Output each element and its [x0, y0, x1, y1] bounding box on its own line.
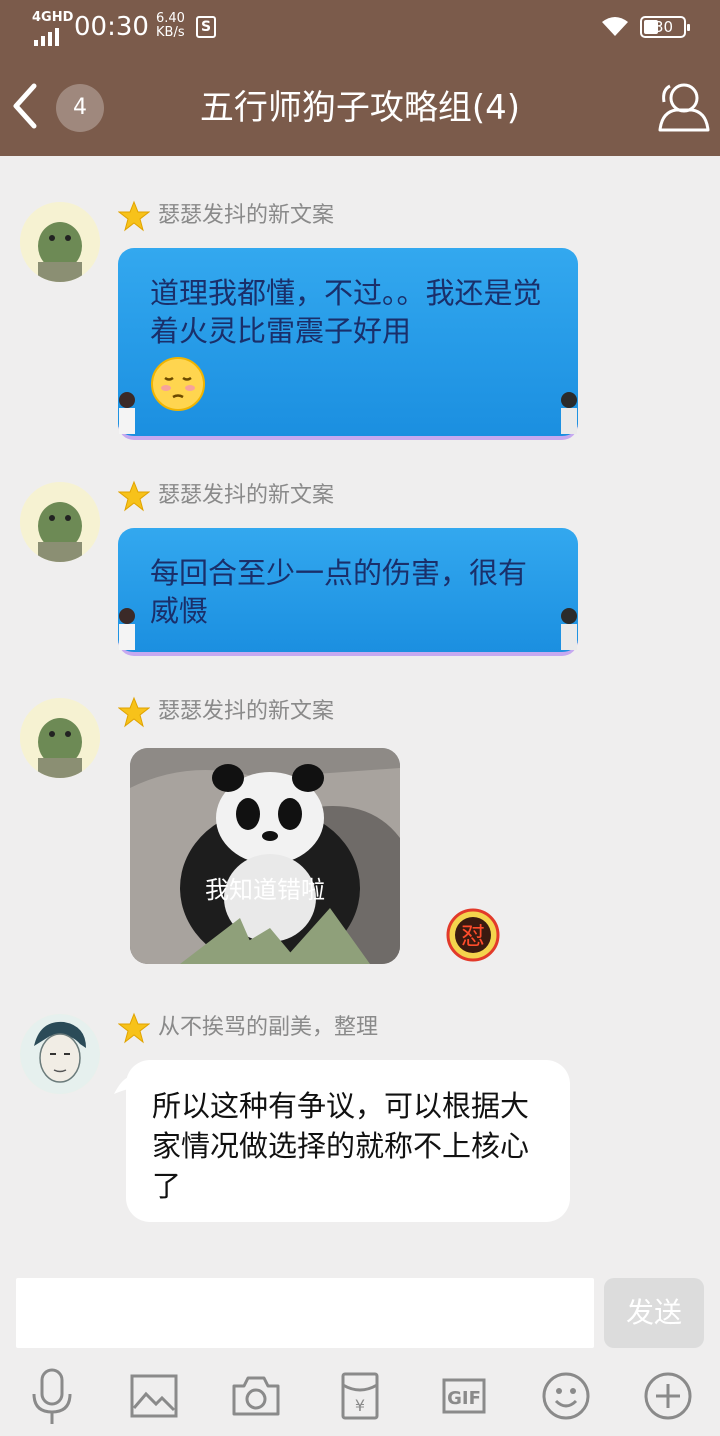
panda-sticker[interactable]: 我知道错啦	[130, 748, 400, 964]
voice-button[interactable]	[22, 1366, 82, 1426]
star-badge-icon	[118, 1012, 150, 1044]
clock: 00:30	[74, 12, 149, 42]
camera-icon	[232, 1376, 280, 1416]
star-badge-icon	[118, 200, 150, 232]
message-text: 道理我都懂，不过。。我还是觉着火灵比雷震子好用	[150, 276, 542, 348]
speed-unit: KB/s	[156, 25, 185, 40]
frog-avatar-icon	[20, 698, 100, 778]
wifi-icon	[602, 17, 628, 36]
plus-icon	[644, 1372, 692, 1420]
signal-indicator: 4GHD	[30, 10, 74, 46]
sender-name: 瑟瑟发抖的新文案	[118, 480, 334, 512]
girl-figure-decoration-icon	[119, 392, 135, 434]
network-type: 4GHD	[32, 10, 74, 25]
reaction-badge[interactable]: 怼	[446, 908, 500, 962]
more-button[interactable]	[638, 1366, 698, 1426]
battery-icon: 30	[640, 16, 690, 38]
star-badge-icon	[118, 696, 150, 728]
gif-label: GIF	[447, 1388, 481, 1409]
signal-bars-icon	[34, 28, 59, 46]
man-sketch-avatar-icon	[20, 1014, 100, 1094]
red-packet-icon: ¥	[341, 1372, 379, 1420]
composer: 发送	[0, 1270, 720, 1354]
message-bubble[interactable]: 道理我都懂，不过。。我还是觉着火灵比雷震子好用	[118, 248, 578, 440]
panda-image-icon	[130, 748, 400, 964]
star-badge-icon	[118, 480, 150, 512]
message-bubble[interactable]: 每回合至少一点的伤害，很有威慑	[118, 528, 578, 656]
message-bubble[interactable]: 所以这种有争议，可以根据大家情况做选择的就称不上核心了	[114, 1060, 570, 1222]
top-bar: 4GHD 00:30 6.40 KB/s S 30 4 五行师狗子攻略组(4)	[0, 0, 720, 156]
group-title: 五行师狗子攻略组(4)	[199, 88, 521, 128]
status-bar: 4GHD 00:30 6.40 KB/s S 30	[0, 0, 720, 56]
gif-icon: GIF	[442, 1378, 486, 1414]
avatar[interactable]	[20, 1014, 100, 1094]
emoji-button[interactable]	[536, 1366, 596, 1426]
speed-value: 6.40	[156, 11, 185, 26]
image-button[interactable]	[124, 1366, 184, 1426]
emoji-icon	[542, 1372, 590, 1420]
boy-figure-decoration-icon	[561, 392, 577, 434]
avatar[interactable]	[20, 698, 100, 778]
red-packet-symbol: ¥	[355, 1396, 365, 1415]
message-input[interactable]	[16, 1278, 594, 1348]
input-toolbar: ¥ GIF	[0, 1360, 720, 1436]
s-app-icon: S	[196, 16, 216, 38]
battery-level: 30	[654, 18, 674, 36]
message-text: 每回合至少一点的伤害，很有威慑	[150, 556, 528, 628]
message-text: 所以这种有争议，可以根据大家情况做选择的就称不上核心了	[152, 1089, 530, 1203]
group-members-icon[interactable]	[652, 78, 712, 134]
image-icon	[130, 1374, 178, 1418]
reaction-text: 怼	[461, 922, 485, 950]
send-button[interactable]: 发送	[604, 1278, 704, 1348]
sticker-caption: 我知道错啦	[205, 876, 325, 904]
network-speed: 6.40 KB/s	[156, 12, 185, 40]
sender-name: 从不挨骂的副美，整理	[118, 1012, 378, 1044]
girl-figure-decoration-icon	[119, 608, 135, 650]
sender-name: 瑟瑟发抖的新文案	[118, 696, 334, 728]
gif-button[interactable]: GIF	[434, 1366, 494, 1426]
reaction-badge-icon: 怼	[446, 908, 500, 962]
frog-avatar-icon	[20, 482, 100, 562]
avatar[interactable]	[20, 202, 100, 282]
avatar[interactable]	[20, 482, 100, 562]
camera-button[interactable]	[226, 1366, 286, 1426]
microphone-icon	[32, 1368, 72, 1424]
shy-face-emoji-icon	[151, 357, 205, 411]
bubble-tail-icon	[114, 1075, 136, 1094]
red-packet-button[interactable]: ¥	[330, 1366, 390, 1426]
boy-figure-decoration-icon	[561, 608, 577, 650]
sender-name: 瑟瑟发抖的新文案	[118, 200, 334, 232]
frog-avatar-icon	[20, 202, 100, 282]
